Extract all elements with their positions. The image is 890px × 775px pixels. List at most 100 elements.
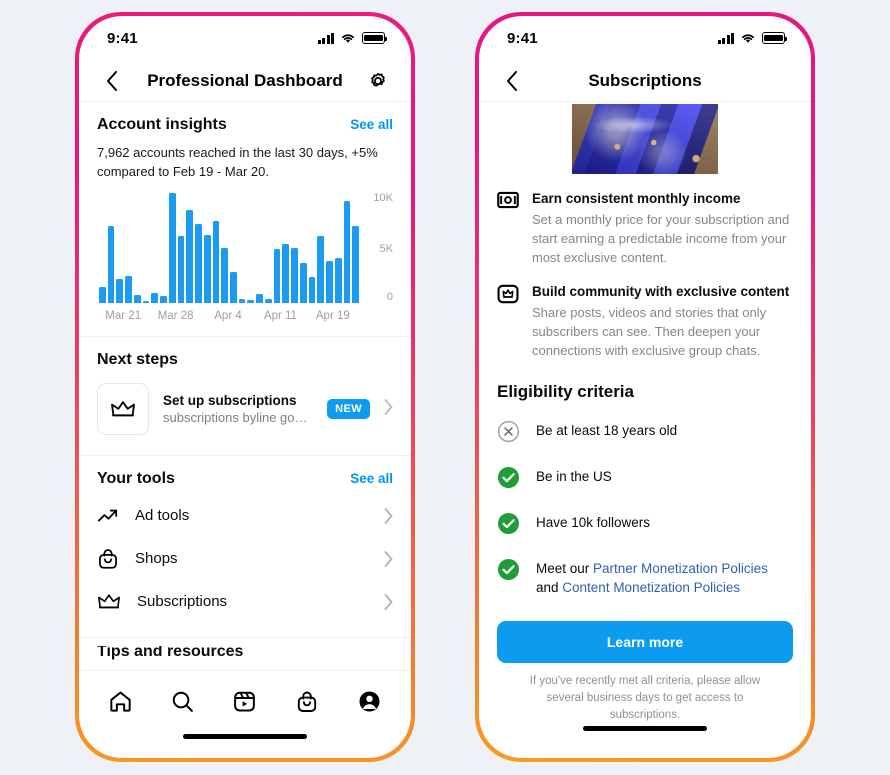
- tips-and-resources-section[interactable]: Tips and resources: [79, 646, 411, 660]
- cellular-signal-icon: [317, 32, 334, 44]
- next-step-card-set-up-subscriptions[interactable]: Set up subscriptions subscriptions bylin…: [97, 383, 393, 441]
- money-note-icon: [497, 191, 519, 209]
- chart-bar: [343, 200, 351, 303]
- chart-bar: [256, 294, 263, 303]
- status-indicators: [317, 32, 388, 44]
- chevron-right-icon: [384, 550, 393, 567]
- chart-bar: [238, 298, 246, 303]
- content-monetization-policies-link[interactable]: Content Monetization Policies: [562, 580, 740, 595]
- y-tick: 0: [386, 291, 393, 303]
- back-button[interactable]: [97, 66, 127, 96]
- x-tick: Apr 19: [315, 310, 350, 322]
- chart-y-axis: 10K 5K 0: [359, 193, 393, 303]
- search-icon: [172, 691, 193, 712]
- tool-item-subscriptions[interactable]: Subscriptions: [97, 580, 393, 623]
- accounts-reached-bar-chart: 10K 5K 0: [97, 193, 393, 303]
- cellular-signal-icon: [717, 32, 734, 44]
- eligibility-label-policies: Meet our Partner Monetization Policies a…: [536, 557, 793, 597]
- chart-bar: [273, 249, 281, 303]
- phone-mockup-right: 9:41 Subscriptions Earn consistent month…: [475, 12, 815, 762]
- chart-plot-area: [97, 193, 360, 303]
- tab-search[interactable]: [163, 682, 203, 722]
- next-step-thumbnail: [97, 383, 149, 435]
- navigation-bar: Subscriptions: [479, 60, 811, 102]
- eligibility-item-policies: Meet our Partner Monetization Policies a…: [479, 557, 811, 597]
- account-insights-see-all[interactable]: See all: [350, 117, 393, 132]
- battery-icon: [762, 32, 788, 44]
- tool-item-ad-tools[interactable]: Ad tools: [97, 494, 393, 537]
- crown-icon: [111, 401, 135, 417]
- tab-reels[interactable]: [225, 682, 265, 722]
- eligibility-item-us: Be in the US: [479, 465, 811, 494]
- chevron-right-icon: [384, 507, 393, 524]
- phone-screen-subscriptions: 9:41 Subscriptions Earn consistent month…: [479, 16, 811, 758]
- chart-bar: [116, 278, 124, 303]
- next-step-chevron[interactable]: [384, 398, 393, 420]
- next-step-title: Set up subscriptions: [163, 393, 297, 408]
- chart-bar: [230, 272, 237, 303]
- chart-bar: [186, 209, 194, 303]
- eligibility-item-followers: Have 10k followers: [479, 511, 811, 540]
- chart-bar: [125, 275, 132, 303]
- circle-check-icon: [497, 512, 520, 535]
- status-time: 9:41: [107, 29, 138, 47]
- account-insights-header: Account insights See all: [97, 116, 393, 134]
- status-indicators: [717, 32, 788, 44]
- chart-bar: [221, 248, 229, 303]
- feature-description: Share posts, videos and stories that onl…: [532, 305, 767, 358]
- phone-mockup-left: 9:41 Professional Dashboard Account insi…: [75, 12, 415, 762]
- hero-image-container: [479, 102, 811, 174]
- dashboard-scroll-area[interactable]: Account insights See all 7,962 accounts …: [79, 102, 411, 670]
- partner-monetization-policies-link[interactable]: Partner Monetization Policies: [593, 561, 768, 576]
- feature-title: Build community with exclusive content: [532, 284, 790, 299]
- status-badge: NEW: [327, 399, 370, 419]
- eligibility-status-icon-wrap: [497, 465, 520, 494]
- chart-bar: [299, 263, 307, 303]
- feature-title: Earn consistent monthly income: [532, 191, 741, 206]
- profile-avatar-icon: [359, 691, 380, 712]
- feature-build-community: Build community with exclusive content S…: [479, 283, 811, 360]
- y-tick: 5K: [379, 242, 393, 255]
- battery-icon: [362, 32, 388, 44]
- learn-more-button[interactable]: Learn more: [497, 621, 793, 663]
- your-tools-header: Your tools See all: [97, 470, 393, 488]
- eligibility-label: Have 10k followers: [536, 515, 651, 530]
- gear-icon: [371, 72, 385, 86]
- feature-earn-income: Earn consistent monthly income Set a mon…: [479, 190, 811, 267]
- chart-bar: [264, 298, 272, 303]
- eligibility-status-icon-wrap: [497, 419, 520, 448]
- wifi-icon: [342, 34, 354, 43]
- tab-profile[interactable]: [350, 682, 390, 722]
- chart-bar: [212, 220, 220, 303]
- feature-icon-wrap: [497, 283, 519, 360]
- tool-label: Subscriptions: [137, 593, 228, 610]
- settings-button[interactable]: [363, 66, 393, 96]
- chart-bar: [203, 234, 211, 303]
- section-divider: [79, 637, 411, 638]
- tab-shop[interactable]: [287, 682, 327, 722]
- next-step-byline: subscriptions byline goes here: [163, 410, 313, 425]
- back-chevron-icon: [507, 70, 517, 91]
- tab-home[interactable]: [100, 682, 140, 722]
- home-icon: [110, 691, 131, 712]
- eligibility-criteria-title: Eligibility criteria: [497, 382, 634, 401]
- tool-item-shops[interactable]: Shops: [97, 537, 393, 580]
- subscriptions-scroll-area[interactable]: Earn consistent monthly income Set a mon…: [479, 102, 811, 621]
- wifi-icon: [742, 34, 754, 43]
- tool-label: Shops: [135, 550, 178, 567]
- eligibility-item-age: Be at least 18 years old: [479, 419, 811, 448]
- eligibility-status-icon-wrap: [497, 511, 520, 540]
- chart-bar: [177, 235, 185, 303]
- your-tools-see-all[interactable]: See all: [350, 471, 393, 486]
- your-tools-section: Your tools See all Ad tools Shops Subscr…: [79, 456, 411, 623]
- x-tick: Mar 21: [105, 310, 142, 322]
- back-button[interactable]: [497, 66, 527, 96]
- y-tick: 10K: [373, 192, 393, 204]
- page-title: Professional Dashboard: [147, 70, 343, 90]
- feature-description: Set a monthly price for your subscriptio…: [532, 212, 790, 265]
- status-bar: 9:41: [79, 16, 411, 60]
- chevron-right-icon: [384, 398, 393, 415]
- chart-bar: [291, 248, 298, 303]
- hero-jacket-image: [572, 104, 718, 174]
- eligibility-label: Be in the US: [536, 469, 612, 484]
